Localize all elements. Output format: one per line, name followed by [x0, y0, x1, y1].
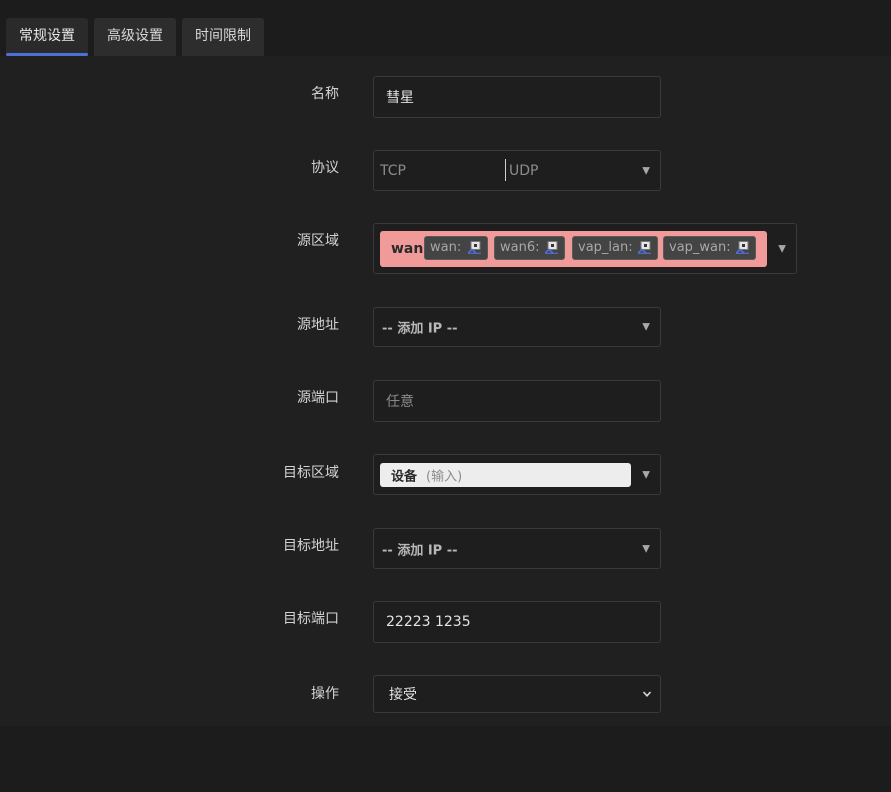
source-zone-label: 源区域 — [297, 233, 339, 249]
chevron-down-icon[interactable] — [642, 689, 652, 699]
dest-zone-label: 目标区域 — [283, 465, 339, 481]
dest-zone-hint: (输入) — [426, 469, 463, 485]
chevron-down-icon[interactable]: ▼ — [778, 243, 786, 254]
dest-zone-select[interactable]: 设备 (输入) ▼ — [373, 454, 661, 495]
network-interface-icon — [736, 241, 749, 254]
dest-port-value: 22223 1235 — [386, 614, 471, 630]
interface-badge-wan: wan: — [424, 236, 488, 260]
protocol-option-udp: UDP — [509, 162, 539, 179]
tab-time-restrictions[interactable]: 时间限制 — [182, 18, 264, 56]
chevron-down-icon[interactable]: ▼ — [642, 543, 650, 554]
protocol-option-tcp: TCP — [380, 162, 406, 179]
dest-address-label: 目标地址 — [283, 538, 339, 554]
name-value: 彗星 — [386, 90, 414, 106]
source-address-label: 源地址 — [297, 317, 339, 333]
source-zone-select[interactable]: wan wan: wan6: vap_lan: vap_wan: ▼ — [373, 223, 797, 274]
add-ip-option: -- 添加 IP -- — [382, 543, 458, 558]
interface-badge-vap-wan: vap_wan: — [663, 236, 756, 260]
action-label: 操作 — [311, 686, 339, 702]
protocol-label: 协议 — [311, 160, 339, 176]
text-cursor — [505, 159, 506, 181]
network-interface-icon — [545, 241, 558, 254]
dest-address-select[interactable]: -- 添加 IP -- ▼ — [373, 528, 661, 569]
source-port-label: 源端口 — [297, 390, 339, 406]
chevron-down-icon[interactable]: ▼ — [642, 469, 650, 480]
name-input[interactable]: 彗星 — [373, 76, 661, 118]
source-port-placeholder: 任意 — [386, 394, 414, 410]
name-label: 名称 — [311, 86, 339, 102]
zone-name: wan — [391, 241, 424, 257]
network-interface-icon — [638, 241, 651, 254]
zone-chip-wan: wan wan: wan6: vap_lan: vap_wan: — [380, 231, 767, 267]
tab-bar: 常规设置 高级设置 时间限制 — [0, 0, 891, 57]
action-value: 接受 — [389, 687, 417, 703]
network-interface-icon — [468, 241, 481, 254]
zone-chip-device: 设备 (输入) — [380, 463, 631, 487]
dest-port-label: 目标端口 — [283, 611, 339, 627]
tab-advanced-settings[interactable]: 高级设置 — [94, 18, 176, 56]
dest-port-input[interactable]: 22223 1235 — [373, 601, 661, 643]
add-ip-option: -- 添加 IP -- — [382, 321, 458, 337]
dest-zone-name: 设备 — [391, 469, 418, 485]
interface-badge-vap-lan: vap_lan: — [572, 236, 658, 260]
source-address-select[interactable]: -- 添加 IP -- ▼ — [373, 307, 661, 347]
protocol-select[interactable]: TCP UDP ▼ — [373, 150, 661, 191]
action-select[interactable]: 接受 — [373, 675, 661, 713]
chevron-down-icon[interactable]: ▼ — [642, 165, 650, 176]
tab-general-settings[interactable]: 常规设置 — [6, 18, 88, 56]
source-port-input[interactable]: 任意 — [373, 380, 661, 422]
chevron-down-icon[interactable]: ▼ — [642, 322, 650, 333]
interface-badge-wan6: wan6: — [494, 236, 565, 260]
